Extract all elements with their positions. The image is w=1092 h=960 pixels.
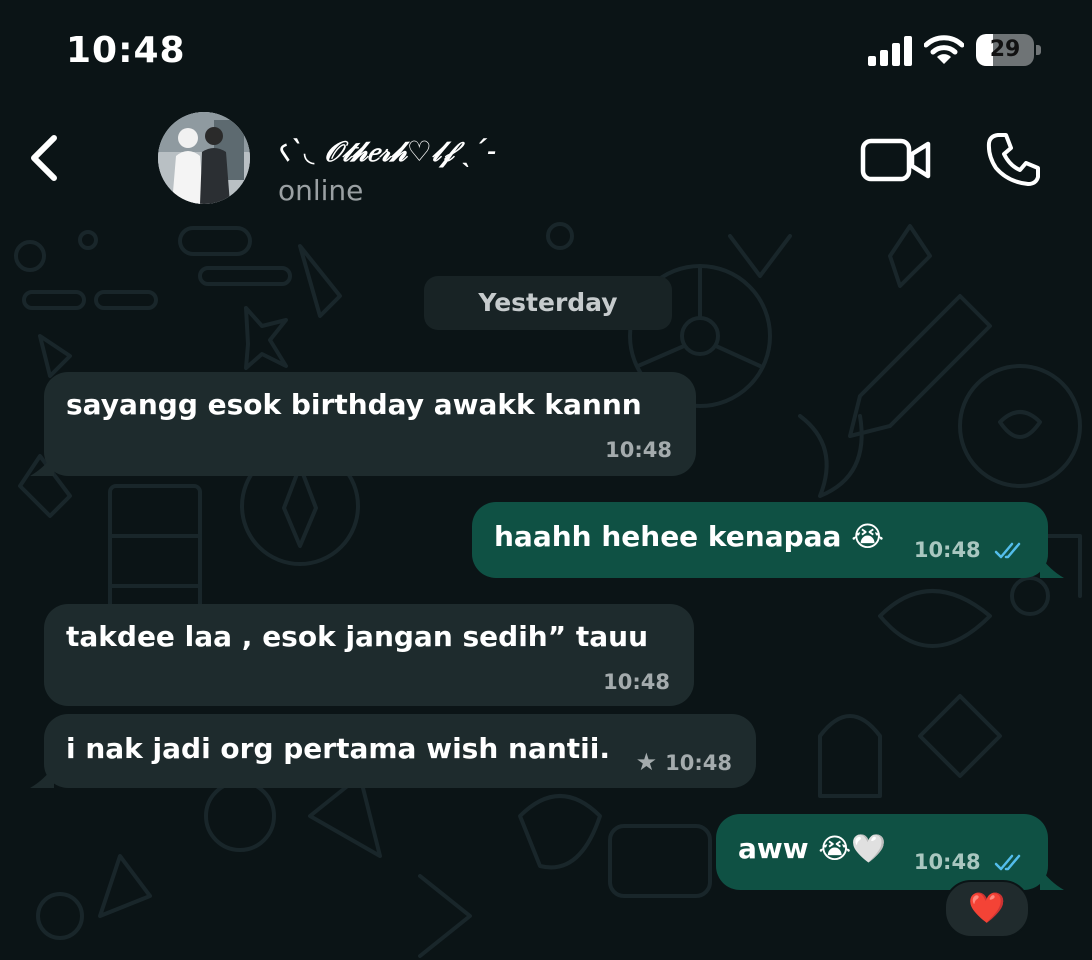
phone-icon[interactable] [984,130,1042,188]
message-timestamp: 10:48 [913,850,981,874]
battery-icon: 29 [976,34,1042,66]
reaction-badge[interactable]: ❤️ [944,880,1030,938]
message-bubble-incoming[interactable]: takdee laa , esok jangan sedih” tauu 10:… [44,604,694,706]
battery-tip [1036,45,1041,55]
chat-header: ৻ˋ◟ 𝒪𝓉𝒽𝑒𝓇𝒽♡𝓁𝒻 ˎˊ˗ online [0,100,1092,216]
double-check-read-icon [994,854,1021,871]
wifi-icon [924,35,964,64]
bubble-tail [30,766,54,788]
battery-body: 29 [976,34,1034,66]
message-bubble-incoming[interactable]: sayangg esok birthday awakk kannn 10:48 [44,372,696,476]
message-meta: 10:48 [914,850,1024,874]
bubble-tail [1040,868,1064,890]
video-camera-icon[interactable] [860,136,932,184]
message-bubble-outgoing[interactable]: haahh hehee kenapaa 😭 10:48 [472,502,1048,578]
double-check-read-icon [994,542,1021,559]
message-timestamp: 10:48 [605,438,672,462]
message-bubble-outgoing[interactable]: aww 😭🤍 10:48 [716,814,1048,890]
message-text: sayangg esok birthday awakk kannn [66,388,642,421]
message-text: haahh hehee kenapaa 😭 [494,520,884,553]
avatar-photo [158,112,250,204]
message-bubble-incoming[interactable]: i nak jadi org pertama wish nantii. ★ 10:… [44,714,756,788]
contact-status: online [278,174,364,207]
message-timestamp: 10:48 [665,751,732,775]
whatsapp-chat-screen: 10:48 29 ৻ˋ◟ 𝒪𝓉𝒽𝑒𝓇𝒽♡𝓁𝒻 ˎˊ˗ online Yester… [0,0,1092,960]
date-separator: Yesterday [424,276,672,330]
message-text: takdee laa , esok jangan sedih” tauu [66,620,649,653]
status-bar: 10:48 29 [0,0,1092,100]
bubble-tail [30,454,54,476]
bubble-tail [1040,556,1064,578]
chat-area[interactable]: Yesterday sayangg esok birthday awakk ka… [0,216,1092,960]
status-time: 10:48 [66,30,186,71]
battery-level: 29 [989,37,1021,62]
star-icon: ★ [635,748,658,776]
contact-name[interactable]: ৻ˋ◟ 𝒪𝓉𝒽𝑒𝓇𝒽♡𝓁𝒻 ˎˊ˗ [276,130,498,177]
message-timestamp: 10:48 [913,538,981,562]
back-chevron-icon[interactable] [18,128,70,188]
message-text: aww 😭🤍 [738,832,886,865]
message-text: i nak jadi org pertama wish nantii. [66,732,610,765]
cellular-signal-icon [868,36,912,66]
message-meta: ★ 10:48 [636,748,732,776]
message-meta: 10:48 [914,538,1024,562]
avatar[interactable] [158,112,250,204]
message-timestamp: 10:48 [603,670,670,694]
